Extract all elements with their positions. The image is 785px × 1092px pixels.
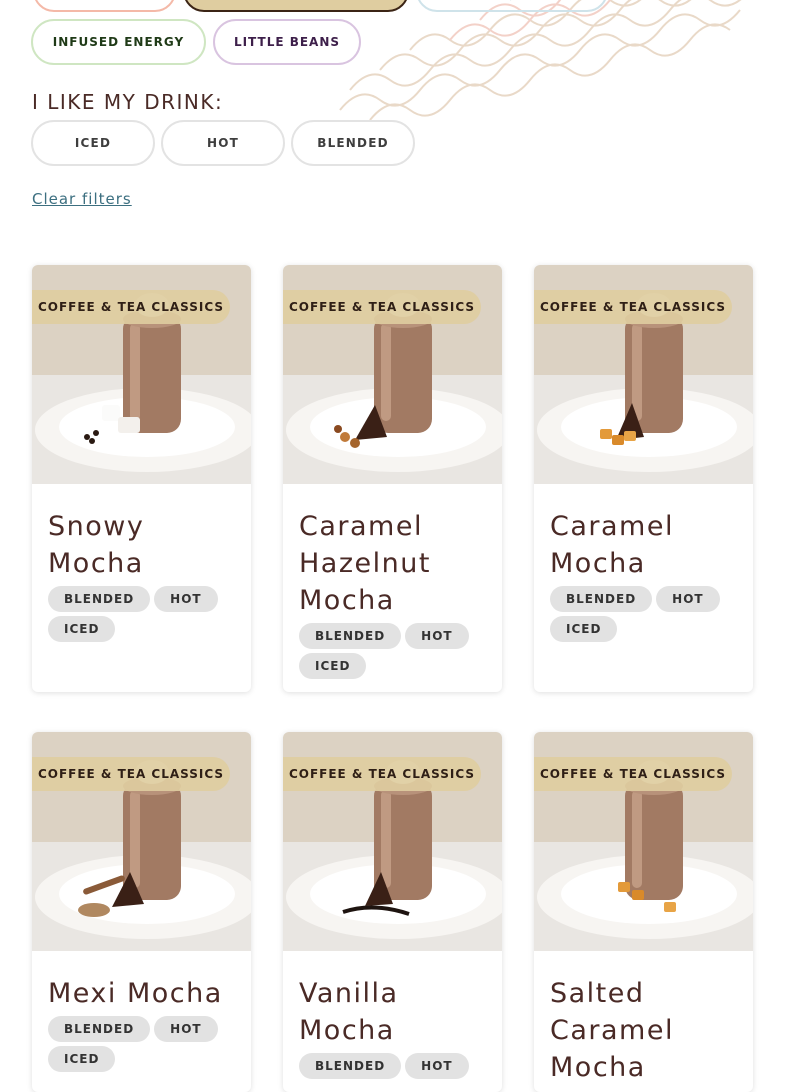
category-button-partial-2[interactable] [183,0,409,12]
product-tags: BLENDED HOT ICED [299,623,486,679]
category-badge: COFFEE & TEA CLASSICS [283,757,481,791]
product-tags: BLENDED HOT ICED [48,1016,235,1072]
product-title: Caramel Mocha [550,511,674,579]
tag-iced: ICED [550,616,618,642]
tag-hot: HOT [154,586,218,612]
tag-hot: HOT [405,1053,469,1079]
product-tags: BLENDED HOT ICED [48,586,235,642]
tag-iced: ICED [48,1046,116,1072]
category-button-partial-1[interactable] [33,0,176,12]
drink-filter-heading: I LIKE MY DRINK: [32,90,224,114]
tag-iced: ICED [299,653,367,679]
category-badge: COFFEE & TEA CLASSICS [534,757,732,791]
product-card[interactable]: COFFEE & TEA CLASSICS Salted Caramel Moc… [534,732,753,1092]
category-badge: COFFEE & TEA CLASSICS [534,290,732,324]
product-tags: BLENDED HOT [299,1053,486,1079]
filter-button-label: BLENDED [317,136,389,150]
product-title: Mexi Mocha [48,978,223,1009]
product-image: COFFEE & TEA CLASSICS [283,265,502,484]
category-button-partial-3[interactable] [416,0,608,12]
tag-blended: BLENDED [299,623,402,649]
product-title: Vanilla Mocha [299,978,399,1046]
tag-hot: HOT [656,586,720,612]
product-title: Salted Caramel Mocha [550,978,674,1083]
filter-button-iced[interactable]: ICED [31,120,155,166]
category-button-infused-energy[interactable]: INFUSED ENERGY [31,19,206,65]
tag-iced: ICED [48,616,116,642]
product-image: COFFEE & TEA CLASSICS [534,265,753,484]
filter-button-label: ICED [74,136,112,150]
product-image: COFFEE & TEA CLASSICS [534,732,753,951]
category-button-label: LITTLE BEANS [233,35,341,49]
category-button-little-beans[interactable]: LITTLE BEANS [213,19,361,65]
clear-filters-link[interactable]: Clear filters [32,190,132,208]
filter-button-label: HOT [206,136,240,150]
product-card[interactable]: COFFEE & TEA CLASSICS Mexi Mocha BLENDED… [32,732,251,1092]
tag-blended: BLENDED [48,1016,151,1042]
tag-blended: BLENDED [299,1053,402,1079]
category-badge: COFFEE & TEA CLASSICS [32,757,230,791]
category-button-label: INFUSED ENERGY [52,35,185,49]
product-card[interactable]: COFFEE & TEA CLASSICS Caramel Hazelnut M… [283,265,502,692]
wave-pattern-decoration [339,0,742,120]
tag-blended: BLENDED [550,586,653,612]
product-image: COFFEE & TEA CLASSICS [32,265,251,484]
category-badge: COFFEE & TEA CLASSICS [32,290,230,324]
product-image: COFFEE & TEA CLASSICS [283,732,502,951]
product-image: COFFEE & TEA CLASSICS [32,732,251,951]
filter-button-hot[interactable]: HOT [161,120,285,166]
product-card[interactable]: COFFEE & TEA CLASSICS Snowy Mocha BLENDE… [32,265,251,692]
tag-blended: BLENDED [48,586,151,612]
tag-hot: HOT [405,623,469,649]
tag-hot: HOT [154,1016,218,1042]
product-card[interactable]: COFFEE & TEA CLASSICS Caramel Mocha BLEN… [534,265,753,692]
product-title: Snowy Mocha [48,511,145,579]
product-card[interactable]: COFFEE & TEA CLASSICS Vanilla Mocha BLEN… [283,732,502,1092]
product-title: Caramel Hazelnut Mocha [299,511,431,616]
filter-button-blended[interactable]: BLENDED [291,120,415,166]
product-tags: BLENDED HOT ICED [550,586,737,642]
category-badge: COFFEE & TEA CLASSICS [283,290,481,324]
